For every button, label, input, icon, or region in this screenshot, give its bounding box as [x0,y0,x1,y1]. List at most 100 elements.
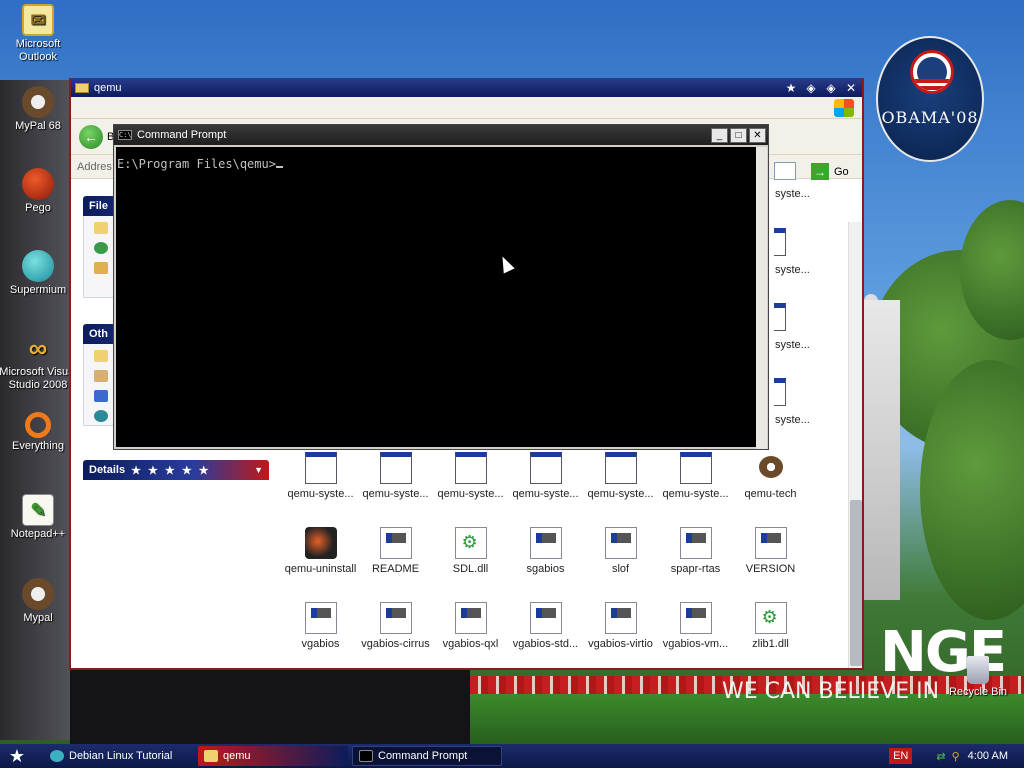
notepad-plus-icon: ✎ [22,494,54,526]
file-item[interactable]: vgabios [283,602,358,650]
file-name: vgabios [301,638,340,650]
network-icon[interactable]: ⇄ [936,750,945,763]
go-arrow-icon: → [811,163,829,180]
uninstall-file-icon [304,527,337,559]
mypal-icon [22,578,54,610]
publish-web-icon[interactable] [94,242,108,254]
scrollbar-thumb[interactable] [850,500,862,666]
minimize-button[interactable]: _ [711,127,728,143]
file-icon-partial[interactable] [774,303,786,331]
network-places-icon[interactable] [94,410,108,422]
taskpane-header[interactable]: Details ★ ★ ★ ★ ★ ▼ [83,460,269,480]
cmd-prompt: E:\Program Files\qemu> [117,157,276,171]
dll-file-icon [454,527,487,559]
file-item[interactable]: vgabios-std... [508,602,583,650]
file-item[interactable]: qemu-syste... [358,452,433,500]
exe-file-icon [454,452,487,484]
desktop-icon-notepad-plus[interactable]: ✎ Notepad++ [0,494,76,541]
desktop-icon-recycle-bin[interactable]: Recycle Bin [940,656,1016,699]
desktop-icon-mypal68[interactable]: MyPal 68 [0,86,76,133]
language-indicator[interactable]: EN [889,748,913,764]
file-item[interactable]: qemu-syste... [508,452,583,500]
system-tray: EN ⇄ ⚲ 4:00 AM [889,744,1024,768]
cmd-icon [359,750,373,762]
close-button[interactable]: ✕ [842,80,860,95]
campaign-badge-text: OBAMA'08 [881,108,979,127]
taskbar-item-cmd[interactable]: Command Prompt [352,746,502,766]
file-item[interactable]: qemu-syste... [658,452,733,500]
my-documents-icon[interactable] [94,370,108,382]
file-item[interactable]: README [358,527,433,575]
file-item[interactable]: sgabios [508,527,583,575]
desktop-icon-label: MyPal 68 [15,120,61,132]
file-item[interactable]: qemu-syste... [283,452,358,500]
file-name: qemu-uninstall [284,563,357,575]
cmd-window: C:\ Command Prompt _ □ ✕ E:\Program File… [113,124,769,450]
new-folder-icon[interactable] [94,222,108,234]
start-button[interactable]: ★ [0,744,34,768]
file-icon-partial[interactable] [774,228,786,256]
doc-file-icon [454,602,487,634]
desktop-icon-supermium[interactable]: Supermium [0,250,76,297]
desktop-icon-label: Microsoft Visual Studio 2008 [0,366,77,391]
taskbar-item-qemu[interactable]: qemu [198,746,348,766]
exe-file-icon [604,452,637,484]
file-item[interactable]: vgabios-qxl [433,602,508,650]
back-button[interactable]: ← [79,124,103,149]
minimize-button[interactable]: ◈ [802,80,820,95]
supermium-icon [50,750,64,762]
file-item[interactable]: zlib1.dll [733,602,808,650]
maximize-button[interactable]: □ [730,127,747,143]
explorer-scrollbar[interactable] [848,222,862,668]
file-item[interactable]: qemu-tech [733,452,808,500]
desktop-icon-everything[interactable]: Everything [0,412,76,453]
file-name: qemu-syste... [287,488,354,500]
taskbar-item-debian[interactable]: Debian Linux Tutorial [44,746,194,766]
wallpaper-building [860,300,900,600]
recycle-bin-icon [967,656,989,684]
file-item[interactable]: qemu-syste... [583,452,658,500]
doc-file-icon [604,602,637,634]
desktop-icon-mypal[interactable]: Mypal [0,578,76,625]
cmd-scrollbar[interactable] [756,147,767,449]
taskpane-title: File [89,200,108,212]
cmd-titlebar[interactable]: C:\ Command Prompt _ □ ✕ [114,125,768,145]
doc-file-icon [754,527,787,559]
maximize-button[interactable]: ◈ [822,80,840,95]
file-item[interactable]: SDL.dll [433,527,508,575]
go-button[interactable]: → Go [811,163,849,180]
file-icon-partial[interactable] [774,378,786,406]
doc-file-icon [379,602,412,634]
desktop-icon-visual-studio[interactable]: ∞ Microsoft Visual Studio 2008 [0,332,78,392]
file-item[interactable]: qemu-uninstall [283,527,358,575]
address-dropdown[interactable] [774,162,796,180]
supermium-icon [22,250,54,282]
file-name: sgabios [526,563,565,575]
explorer-titlebar[interactable]: qemu ★ ◈ ◈ ✕ [71,78,862,97]
file-name: vgabios-qxl [442,638,499,650]
file-label-partial: syste... [775,188,810,200]
outlook-icon: ✉ [22,4,54,36]
file-name: README [371,563,420,575]
pego-icon [22,168,54,200]
chevron-down-icon[interactable]: ▼ [254,465,263,475]
clock[interactable]: 4:00 AM [962,750,1024,762]
file-item[interactable]: vgabios-cirrus [358,602,433,650]
desktop-icon-label: Notepad++ [10,528,66,540]
share-folder-icon[interactable] [94,262,108,274]
desktop-icon-pego[interactable]: Pego [0,168,76,215]
folder-icon[interactable] [94,350,108,362]
file-item[interactable]: qemu-syste... [433,452,508,500]
my-computer-icon[interactable] [94,390,108,402]
close-button[interactable]: ✕ [749,127,766,143]
file-name: qemu-syste... [587,488,654,500]
file-name: slof [611,563,630,575]
search-icon[interactable]: ⚲ [952,750,960,763]
desktop-icon-outlook[interactable]: ✉ Microsoft Outlook [0,4,76,64]
file-item[interactable]: vgabios-virtio [583,602,658,650]
file-item[interactable]: spapr-rtas [658,527,733,575]
file-item[interactable]: VERSION [733,527,808,575]
cmd-console[interactable]: E:\Program Files\qemu> [116,147,756,447]
file-item[interactable]: slof [583,527,658,575]
file-item[interactable]: vgabios-vm... [658,602,733,650]
